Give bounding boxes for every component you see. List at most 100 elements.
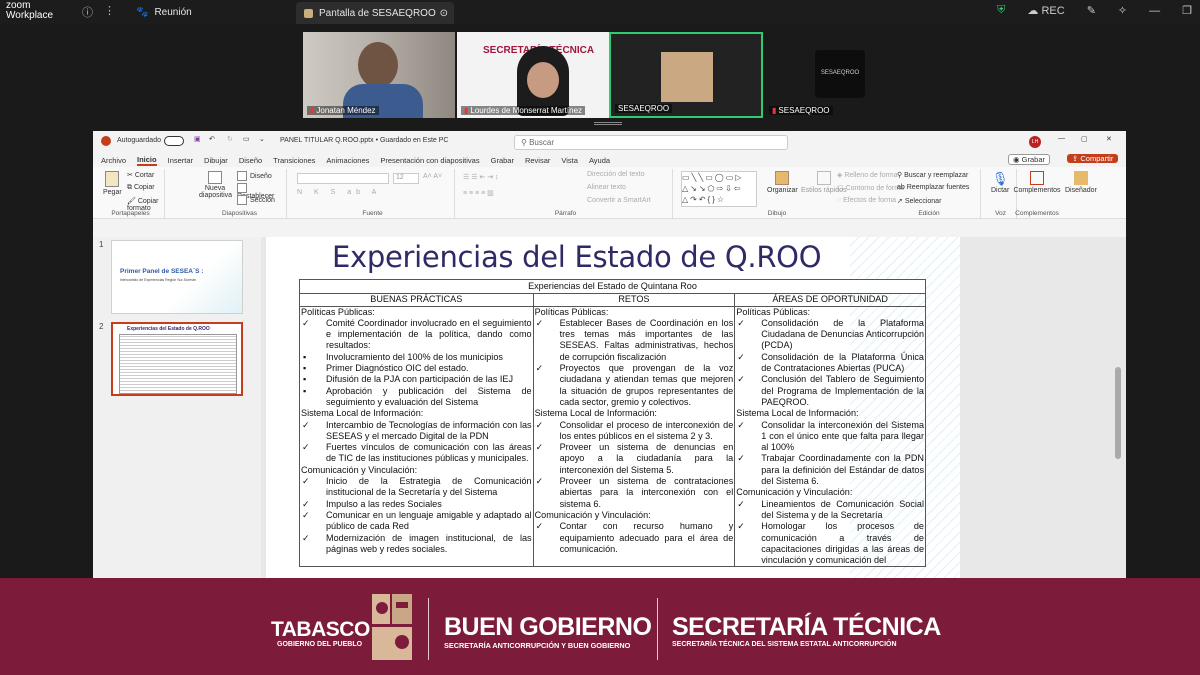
font-family-dropdown[interactable]	[297, 173, 389, 184]
participant-tile[interactable]: SESAEQROO ▮ SESAEQROO	[765, 32, 915, 118]
quick-access-more-icon[interactable]: ⌄	[259, 135, 265, 143]
tab-share-label: Pantalla de SESAEQROO	[319, 7, 436, 19]
grow-font-icon[interactable]: A˄ A˅	[423, 173, 442, 180]
copy-icon: ⧉	[127, 184, 132, 191]
slide-number: 2	[99, 322, 104, 331]
slide-title[interactable]: Experiencias del Estado de Q.ROO	[332, 240, 822, 274]
tab-animaciones[interactable]: Animaciones	[326, 156, 369, 165]
tab-meeting-label: Reunión	[154, 6, 192, 18]
cloud-icon: ☁	[1027, 5, 1039, 17]
event-banner: TABASCO GOBIERNO DEL PUEBLO BUEN GOBIERN…	[0, 578, 1200, 675]
tab-transiciones[interactable]: Transiciones	[273, 156, 315, 165]
thumb-title: Experiencias del Estado de Q.ROO	[127, 326, 210, 332]
more-options-icon[interactable]: ⋮	[104, 4, 115, 17]
close-icon[interactable]: ✕	[1106, 135, 1112, 143]
designer-button[interactable]: Diseñador	[1065, 171, 1097, 194]
shape-outline-button[interactable]: ▢ Contorno de forma	[837, 184, 904, 192]
section-heading: Sistema Local de Información:	[534, 408, 657, 419]
copy-button[interactable]: ⧉ Copiar	[127, 184, 155, 192]
annotate-icon[interactable]: ✎	[1087, 4, 1096, 17]
section-heading: Comunicación y Vinculación:	[534, 509, 651, 520]
cut-button[interactable]: ✂ Cortar	[127, 171, 154, 179]
save-icon[interactable]: ▣	[194, 135, 201, 143]
redo-icon[interactable]: ↻	[227, 135, 233, 143]
search-placeholder: Buscar	[529, 138, 554, 147]
record-icon: ◉	[1013, 155, 1020, 164]
shape-effects-button[interactable]: ◌ Efectos de forma	[837, 197, 896, 204]
group-fuente: 12 A˄ A˅ N K S ab A Fuente	[291, 169, 455, 219]
tab-archivo[interactable]: Archivo	[101, 156, 126, 165]
arrange-button[interactable]: Organizar	[767, 171, 798, 194]
minimize-icon[interactable]: —	[1058, 135, 1065, 142]
autosave-toggle[interactable]	[164, 136, 184, 146]
search-box[interactable]: ⚲ Buscar	[514, 135, 788, 150]
addins-button[interactable]: Complementos	[1009, 171, 1065, 194]
layout-button[interactable]: Diseño	[237, 171, 272, 181]
addins-icon	[1030, 171, 1044, 185]
minimize-icon[interactable]: —	[1149, 5, 1160, 17]
slide-thumbnail-2[interactable]: Experiencias del Estado de Q.ROO	[111, 322, 243, 396]
gallery-resize-handle[interactable]	[594, 122, 622, 125]
select-button[interactable]: ➚ Seleccionar	[897, 197, 941, 205]
tab-meeting[interactable]: 🐾 Reunión	[136, 3, 192, 21]
tab-diseno[interactable]: Diseño	[239, 156, 262, 165]
share-icon: ⇪	[1072, 154, 1079, 163]
maximize-icon[interactable]: ▢	[1081, 135, 1088, 143]
participant-video	[358, 42, 398, 88]
grabar-button[interactable]: ◉ Grabar	[1008, 154, 1050, 165]
section-button[interactable]: Sección	[237, 195, 275, 205]
tab-inicio[interactable]: Inicio	[137, 155, 157, 166]
section-heading: Políticas Públicas:	[301, 306, 375, 317]
designer-icon	[1073, 171, 1088, 185]
list-item: Involucramiento del 100% de los municipi…	[301, 352, 532, 364]
column-buenas-practicas: Políticas Públicas:Comité Coordinador in…	[299, 305, 534, 568]
paste-button[interactable]: Pegar	[103, 171, 122, 196]
restore-icon[interactable]: ❐	[1182, 4, 1192, 17]
tab-grabar[interactable]: Grabar	[491, 156, 514, 165]
tab-insertar[interactable]: Insertar	[168, 156, 193, 165]
compartir-button[interactable]: ⇪ Compartir	[1067, 154, 1119, 163]
vertical-scrollbar[interactable]	[1115, 367, 1121, 459]
undo-icon[interactable]: ↶	[209, 135, 215, 143]
tab-presentacion[interactable]: Presentación con diapositivas	[380, 156, 479, 165]
font-size-dropdown[interactable]: 12	[393, 173, 419, 184]
experience-table[interactable]: Experiencias del Estado de Quintana Roo …	[299, 278, 926, 568]
replace-fonts-button[interactable]: ab Reemplazar fuentes	[897, 184, 969, 191]
find-replace-button[interactable]: ⚲ Buscar y reemplazar	[897, 171, 968, 179]
list-item: Modernización de imagen institucional, d…	[301, 533, 532, 556]
tab-options-icon[interactable]: ⊙	[440, 8, 448, 19]
tab-revisar[interactable]: Revisar	[525, 156, 550, 165]
tab-screen-share[interactable]: Pantalla de SESAEQROO ⊙	[296, 2, 454, 24]
tab-vista[interactable]: Vista	[561, 156, 578, 165]
info-icon[interactable]: ⓘ	[82, 4, 93, 20]
list-item: Consolidación de la Plataforma Ciudadana…	[736, 318, 924, 352]
slide-thumbnail-1[interactable]: Primer Panel de SESEA´S : Intercambio de…	[111, 240, 243, 314]
avatar[interactable]: LH	[1029, 136, 1041, 148]
buen-gobierno-subtitle: SECRETARÍA ANTICORRUPCIÓN Y BUEN GOBIERN…	[444, 641, 631, 650]
shapes-gallery[interactable]: ▭╲╲▭◯▭▷ △↘↘⬠⇨⇩⇦ △↷↶{}☆	[681, 171, 757, 207]
sparkle-icon[interactable]: ✧	[1118, 4, 1127, 17]
tab-dibujar[interactable]: Dibujar	[204, 156, 228, 165]
tab-ayuda[interactable]: Ayuda	[589, 156, 610, 165]
new-slide-button[interactable]: Nueva diapositiva	[199, 171, 232, 199]
group-label: Edición	[918, 210, 940, 217]
format-icons[interactable]: N K S ab A	[297, 189, 381, 196]
present-icon[interactable]: ▭	[243, 135, 250, 143]
participant-tile-active[interactable]: SESAEQROO	[609, 32, 763, 118]
section-heading: Sistema Local de Información:	[736, 408, 859, 419]
shape-fill-button[interactable]: ◈ Relleno de forma	[837, 171, 898, 179]
list-item: Aprobación y publicación del Sistema de …	[301, 386, 532, 409]
participant-tile[interactable]: SECRETARÍA TÉCNICA ▮ Lourdes de Monserrat…	[457, 32, 609, 118]
recording-indicator[interactable]: ☁ REC	[1027, 4, 1064, 17]
shield-icon[interactable]: ⛨	[997, 4, 1005, 17]
slide-canvas[interactable]: Experiencias del Estado de Q.ROO Experie…	[266, 237, 960, 578]
file-name[interactable]: PANEL TITULAR Q.ROO.pptx • Guardado en E…	[280, 137, 448, 144]
participant-tile[interactable]: ▮ Jonatan Méndez	[303, 32, 455, 118]
convert-smartart-button[interactable]: Convertir a SmartArt	[587, 197, 651, 204]
replace-icon: ab	[897, 184, 905, 191]
text-direction-button[interactable]: Dirección del texto	[587, 171, 645, 178]
align-text-button[interactable]: Alinear texto	[587, 184, 626, 191]
rec-label: REC	[1041, 5, 1065, 17]
list-icons[interactable]: ☰ ☰ ⇤ ⇥ ↕	[463, 173, 499, 181]
align-icons[interactable]: ≡ ≡ ≡ ≡ ▥	[463, 189, 494, 197]
